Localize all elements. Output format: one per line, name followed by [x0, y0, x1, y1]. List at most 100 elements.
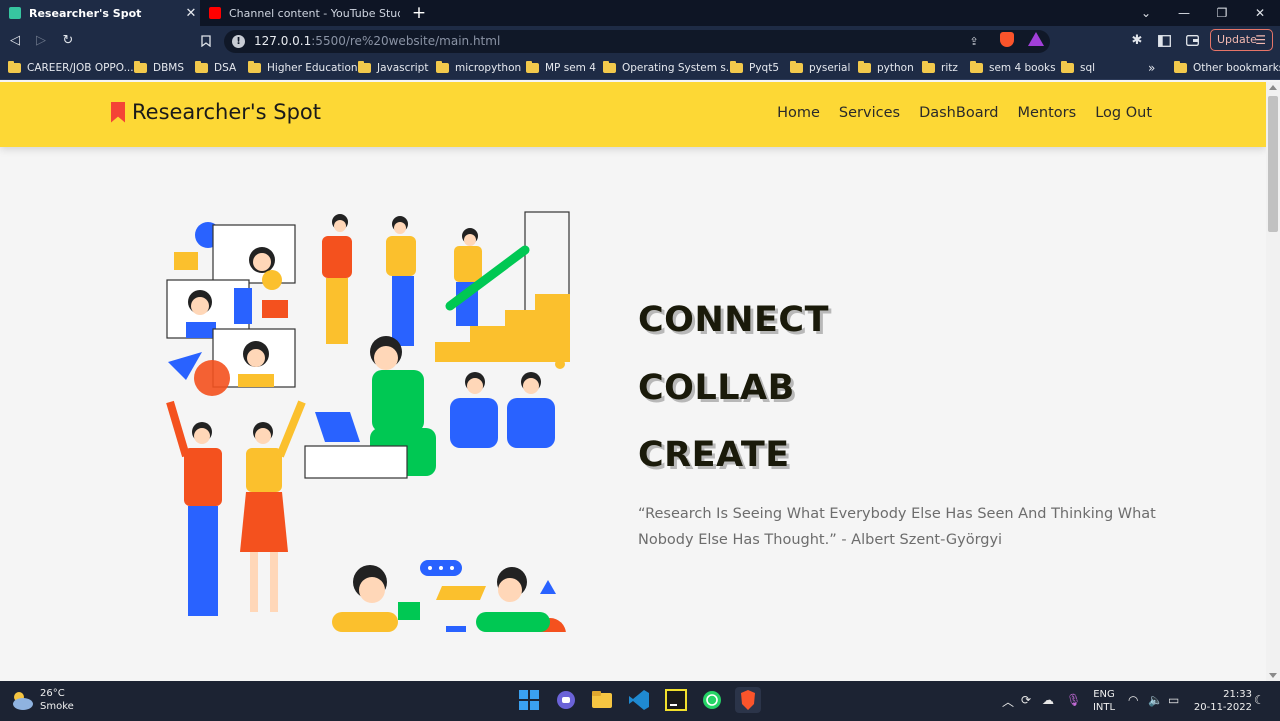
pycharm-icon[interactable] — [663, 687, 689, 713]
new-tab-button[interactable]: + — [408, 2, 430, 24]
other-bookmarks[interactable]: Other bookmarks — [1174, 56, 1280, 80]
restore-button[interactable]: ❐ — [1203, 0, 1241, 26]
extensions-icon[interactable]: ✱ — [1126, 30, 1148, 52]
browser-toolbar: ◁ ▷ ↻ ! 127.0.0.1:5500/re%20website/main… — [0, 26, 1280, 56]
bookmark-folder[interactable]: Operating System s... — [603, 56, 736, 80]
folder-icon — [526, 61, 539, 73]
hero-heading-create: CREATE — [638, 435, 790, 475]
bookmark-folder[interactable]: Higher Education — [248, 56, 358, 80]
focus-moon-icon[interactable]: ☾ — [1254, 693, 1265, 707]
bookmark-icon — [111, 101, 125, 123]
wifi-icon[interactable]: ◠ — [1128, 693, 1138, 707]
nav-logout[interactable]: Log Out — [1095, 105, 1152, 121]
tab-youtube-studio[interactable]: Channel content - YouTube Studio — [200, 0, 400, 26]
hero-heading-connect: CONNECT — [638, 300, 829, 340]
scroll-up-icon[interactable] — [1269, 85, 1277, 90]
bookmark-folder[interactable]: Pyqt5 — [730, 56, 779, 80]
site-brand[interactable]: Researcher's Spot — [111, 100, 321, 124]
bookmark-folder[interactable]: sem 4 books — [970, 56, 1056, 80]
folder-icon — [790, 61, 803, 73]
folder-icon — [922, 61, 935, 73]
nav-services[interactable]: Services — [839, 105, 900, 121]
windows-taskbar: 26°C Smoke ︿ ⟳ ☁ 🎙 ENG INTL ◠ 🔈 ▭ 21:33 … — [0, 681, 1280, 721]
folder-icon — [730, 61, 743, 73]
tab-researchers-spot[interactable]: Researcher's Spot ✕ — [0, 0, 200, 26]
sidebar-icon[interactable] — [1153, 30, 1175, 52]
tab-title: Researcher's Spot — [29, 6, 142, 20]
address-bar[interactable]: ! 127.0.0.1:5500/re%20website/main.html … — [224, 30, 1050, 53]
forward-icon[interactable]: ▷ — [30, 30, 52, 52]
tab-close-icon[interactable]: ✕ — [182, 6, 200, 21]
minimize-button[interactable]: — — [1165, 0, 1203, 26]
folder-icon — [195, 61, 208, 73]
bookmarks-bar: CAREER/JOB OPPO... DBMS DSA Higher Educa… — [0, 56, 1280, 80]
bookmark-folder[interactable]: MP sem 4 — [526, 56, 596, 80]
whatsapp-icon[interactable] — [699, 687, 725, 713]
weather-cloud-icon — [13, 692, 33, 710]
bookmark-folder[interactable]: python — [858, 56, 914, 80]
file-explorer-icon[interactable] — [589, 687, 615, 713]
youtube-favicon-icon — [209, 7, 221, 19]
site-info-icon[interactable]: ! — [232, 35, 245, 48]
bookmark-folder[interactable]: DSA — [195, 56, 236, 80]
bookmark-folder[interactable]: micropython — [436, 56, 521, 80]
update-button[interactable]: Update ☰ — [1210, 29, 1273, 51]
folder-icon — [970, 61, 983, 73]
folder-icon — [1061, 61, 1074, 73]
volume-icon[interactable]: 🔈 — [1148, 693, 1163, 707]
url-text: 127.0.0.1:5500/re%20website/main.html — [254, 34, 501, 48]
main-nav: Home Services DashBoard Mentors Log Out — [758, 105, 1152, 121]
tab-search-icon[interactable]: ⌄ — [1127, 0, 1165, 26]
nav-mentors[interactable]: Mentors — [1018, 105, 1077, 121]
browser-tab-bar: Researcher's Spot ✕ Channel content - Yo… — [0, 0, 1280, 26]
folder-icon — [858, 61, 871, 73]
bookmark-folder[interactable]: ritz — [922, 56, 958, 80]
bookmarks-overflow-button[interactable]: » — [1148, 56, 1155, 80]
hero-heading-collab: COLLAB — [638, 368, 795, 408]
tray-overflow-icon[interactable]: ︿ — [1002, 693, 1014, 710]
bookmark-page-icon[interactable] — [195, 30, 217, 52]
weather-widget[interactable]: 26°C Smoke — [10, 687, 74, 713]
battery-icon[interactable]: ▭ — [1168, 693, 1179, 707]
folder-icon — [603, 61, 616, 73]
menu-icon: ☰ — [1255, 33, 1266, 47]
brand-name: Researcher's Spot — [132, 100, 322, 124]
bookmark-folder[interactable]: CAREER/JOB OPPO... — [8, 56, 134, 80]
close-window-button[interactable]: ✕ — [1241, 0, 1279, 26]
folder-icon — [134, 61, 147, 73]
collaboration-illustration — [166, 211, 570, 632]
bookmark-folder[interactable]: DBMS — [134, 56, 184, 80]
folder-icon — [436, 61, 449, 73]
language-indicator[interactable]: ENG INTL — [1090, 688, 1118, 714]
sync-icon[interactable]: ⟳ — [1021, 693, 1031, 707]
back-icon[interactable]: ◁ — [4, 30, 26, 52]
start-button[interactable] — [516, 687, 542, 713]
brave-rewards-icon[interactable] — [1028, 32, 1044, 46]
page-scrollbar[interactable] — [1266, 82, 1280, 681]
share-icon[interactable]: ⇪ — [965, 33, 983, 50]
brave-shields-icon[interactable] — [1000, 32, 1014, 47]
nav-dashboard[interactable]: DashBoard — [919, 105, 998, 121]
hero-quote: “Research Is Seeing What Everybody Else … — [638, 506, 1156, 548]
vscode-icon[interactable] — [626, 687, 652, 713]
onedrive-cloud-icon[interactable]: ☁ — [1042, 693, 1054, 707]
folder-icon — [248, 61, 261, 73]
clock[interactable]: 21:33 20-11-2022 — [1192, 688, 1252, 714]
nav-home[interactable]: Home — [777, 105, 820, 121]
teams-chat-icon[interactable] — [553, 687, 579, 713]
brave-browser-icon[interactable] — [735, 687, 761, 713]
scroll-thumb[interactable] — [1268, 96, 1278, 232]
scroll-down-icon[interactable] — [1269, 673, 1277, 678]
reload-icon[interactable]: ↻ — [57, 30, 79, 52]
site-favicon-icon — [9, 7, 21, 19]
bookmark-folder[interactable]: Javascript — [358, 56, 428, 80]
weather-temp: 26°C — [40, 688, 65, 699]
bookmark-folder[interactable]: pyserial — [790, 56, 850, 80]
site-navbar: Researcher's Spot Home Services DashBoar… — [0, 82, 1266, 147]
wallet-icon[interactable] — [1181, 30, 1203, 52]
weather-desc: Smoke — [40, 701, 74, 712]
bookmark-folder[interactable]: sql — [1061, 56, 1095, 80]
folder-icon — [8, 61, 21, 73]
microphone-icon[interactable]: 🎙 — [1066, 693, 1081, 707]
web-page: Researcher's Spot Home Services DashBoar… — [0, 82, 1266, 681]
